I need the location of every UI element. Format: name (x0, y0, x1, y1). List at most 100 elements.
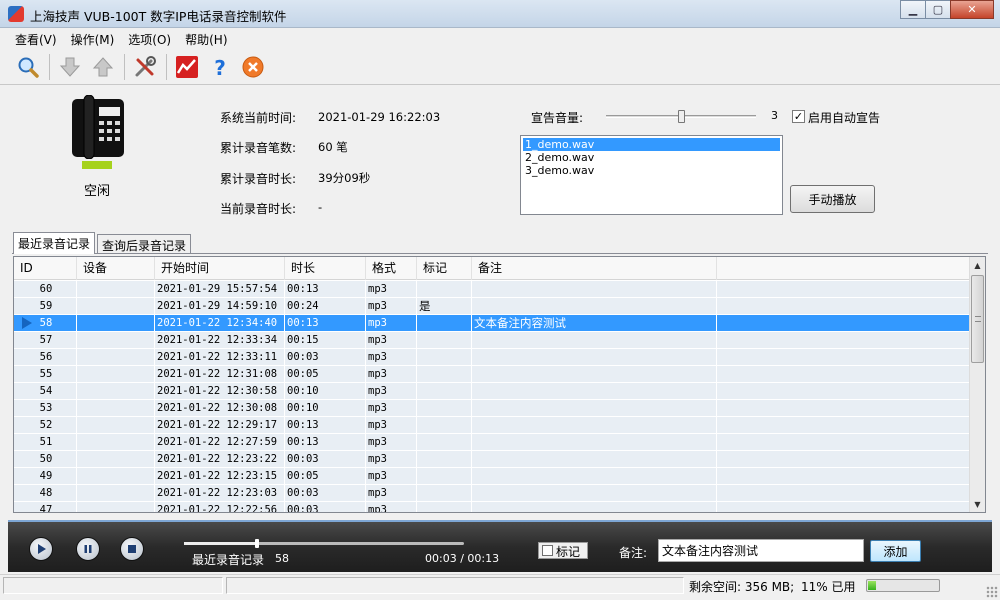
stop-button[interactable] (120, 537, 144, 561)
toolbar-separator (124, 53, 125, 80)
mark-checkbox-label: 标记 (556, 545, 581, 559)
cell-filler (717, 485, 970, 501)
file-list-item[interactable]: 2_demo.wav (523, 151, 780, 164)
minimize-button[interactable]: ▁ (900, 0, 926, 19)
menu-operate[interactable]: 操作(M) (64, 31, 122, 48)
window-controls: ▁ ▢ ✕ (900, 0, 994, 20)
table-row[interactable]: 49 2021-01-22 12:23:15 00:05 mp3 (14, 468, 970, 485)
table-row[interactable]: 60 2021-01-29 15:57:54 00:13 mp3 (14, 281, 970, 298)
table-row[interactable]: 53 2021-01-22 12:30:08 00:10 mp3 (14, 400, 970, 417)
table-row[interactable]: 55 2021-01-22 12:31:08 00:05 mp3 (14, 366, 970, 383)
cell-format: mp3 (366, 366, 417, 382)
table-row[interactable]: 56 2021-01-22 12:33:11 00:03 mp3 (14, 349, 970, 366)
announce-file-list[interactable]: 1_demo.wav 2_demo.wav 3_demo.wav (520, 135, 783, 215)
records-grid[interactable]: ID 设备 开始时间 时长 格式 标记 备注 60 2021-01-29 15:5… (13, 256, 986, 513)
cell-id: 54 (14, 383, 77, 399)
scroll-down-arrow-icon[interactable]: ▼ (970, 496, 985, 512)
cell-start-time: 2021-01-22 12:22:56 (155, 502, 285, 512)
cell-note (472, 417, 717, 433)
volume-slider-thumb[interactable] (678, 110, 685, 123)
menu-view[interactable]: 查看(V) (8, 31, 64, 48)
cell-duration: 00:03 (285, 485, 366, 501)
cell-duration: 00:13 (285, 417, 366, 433)
column-header-start-time[interactable]: 开始时间 (155, 257, 285, 280)
column-header-duration[interactable]: 时长 (285, 257, 366, 280)
pause-button[interactable] (76, 537, 100, 561)
scroll-thumb[interactable] (971, 275, 984, 363)
file-list-item[interactable]: 3_demo.wav (523, 164, 780, 177)
tab-recent-records[interactable]: 最近录音记录 (13, 232, 96, 254)
resize-grip[interactable] (986, 586, 998, 598)
tab-query-records[interactable]: 查询后录音记录 (97, 234, 192, 253)
cell-mark (417, 349, 472, 365)
cell-format: mp3 (366, 315, 417, 331)
grid-vertical-scrollbar[interactable]: ▲ ▼ (969, 257, 985, 512)
total-duration-label: 累计录音时长: (220, 172, 297, 186)
table-row[interactable]: 47 2021-01-22 12:22:56 00:03 mp3 (14, 502, 970, 512)
cell-format: mp3 (366, 281, 417, 297)
current-duration-label: 当前录音时长: (220, 202, 297, 216)
cell-duration: 00:03 (285, 451, 366, 467)
total-count-label: 累计录音笔数: (220, 141, 297, 155)
column-header-id[interactable]: ID (14, 257, 77, 280)
cell-start-time: 2021-01-22 12:23:15 (155, 468, 285, 484)
cell-note (472, 383, 717, 399)
playback-progress[interactable] (184, 539, 464, 548)
cell-device (77, 332, 155, 348)
download-arrow-icon[interactable] (56, 53, 84, 81)
close-window-button[interactable]: ✕ (950, 0, 994, 19)
auto-announce-checkbox[interactable]: ✓ (792, 110, 805, 123)
cell-duration: 00:13 (285, 315, 366, 331)
cell-format: mp3 (366, 502, 417, 512)
table-row[interactable]: 48 2021-01-22 12:23:03 00:03 mp3 (14, 485, 970, 502)
table-row[interactable]: 54 2021-01-22 12:30:58 00:10 mp3 (14, 383, 970, 400)
menu-help[interactable]: 帮助(H) (178, 31, 234, 48)
menu-options[interactable]: 选项(O) (121, 31, 178, 48)
table-row[interactable]: 50 2021-01-22 12:23:22 00:03 mp3 (14, 451, 970, 468)
cell-id: 60 (14, 281, 77, 297)
cell-mark: 是 (417, 298, 472, 314)
cell-filler (717, 468, 970, 484)
app-icon (8, 6, 24, 22)
toolbar: ? (0, 49, 1000, 85)
cell-id: 48 (14, 485, 77, 501)
chart-icon[interactable] (173, 53, 201, 81)
table-row[interactable]: 51 2021-01-22 12:27:59 00:13 mp3 (14, 434, 970, 451)
phone-icon (70, 94, 130, 162)
table-row[interactable]: 57 2021-01-22 12:33:34 00:15 mp3 (14, 332, 970, 349)
search-icon[interactable] (14, 53, 42, 81)
maximize-button[interactable]: ▢ (925, 0, 951, 19)
cell-start-time: 2021-01-29 15:57:54 (155, 281, 285, 297)
column-header-mark[interactable]: 标记 (417, 257, 472, 280)
upload-arrow-icon[interactable] (89, 53, 117, 81)
cell-note (472, 400, 717, 416)
play-button[interactable] (29, 537, 53, 561)
cell-filler (717, 298, 970, 314)
cell-device (77, 281, 155, 297)
scroll-up-arrow-icon[interactable]: ▲ (970, 257, 985, 273)
cell-device (77, 400, 155, 416)
table-row[interactable]: 59 2021-01-29 14:59:10 00:24 mp3 是 (14, 298, 970, 315)
manual-play-button[interactable]: 手动播放 (790, 185, 875, 213)
column-header-note[interactable]: 备注 (472, 257, 717, 280)
table-row[interactable]: 58 2021-01-22 12:34:40 00:13 mp3 文本备注内容测试 (14, 315, 970, 332)
cell-start-time: 2021-01-22 12:30:08 (155, 400, 285, 416)
phone-status-text: 空闲 (84, 184, 111, 199)
cell-device (77, 383, 155, 399)
column-header-format[interactable]: 格式 (366, 257, 417, 280)
cell-mark (417, 451, 472, 467)
table-row[interactable]: 52 2021-01-22 12:29:17 00:13 mp3 (14, 417, 970, 434)
cell-filler (717, 366, 970, 382)
playback-progress-knob[interactable] (254, 539, 259, 548)
cell-note (472, 298, 717, 314)
cell-id: 51 (14, 434, 77, 450)
cell-start-time: 2021-01-22 12:29:17 (155, 417, 285, 433)
note-input[interactable] (658, 539, 864, 562)
file-list-item[interactable]: 1_demo.wav (523, 138, 780, 151)
add-note-button[interactable]: 添加 (870, 540, 921, 562)
column-header-device[interactable]: 设备 (77, 257, 155, 280)
tools-icon[interactable] (131, 53, 159, 81)
mark-checkbox[interactable] (542, 545, 553, 556)
help-icon[interactable]: ? (206, 53, 234, 81)
close-circle-icon[interactable] (239, 53, 267, 81)
